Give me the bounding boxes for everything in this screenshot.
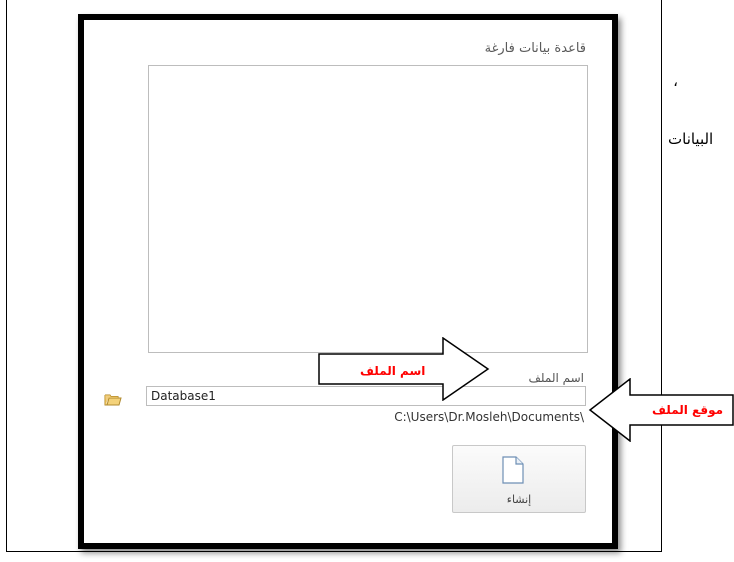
create-button-label: إنشاء (506, 493, 532, 506)
filename-callout-label: اسم الملف (360, 364, 426, 378)
new-database-panel: قاعدة بيانات فارغة اسم الملف C:\Users\Dr… (78, 14, 618, 549)
location-callout-label: موقع الملف (652, 403, 724, 417)
blank-document-icon (502, 456, 524, 484)
background-text-comma: ، (673, 72, 678, 90)
filename-label: اسم الملف (528, 371, 584, 385)
create-button[interactable]: إنشاء (452, 445, 586, 513)
panel-title: قاعدة بيانات فارغة (484, 41, 586, 56)
file-path-text: C:\Users\Dr.Mosleh\Documents\ (394, 410, 584, 424)
folder-browse-icon[interactable] (104, 392, 122, 406)
database-preview-area (148, 65, 588, 353)
background-text-data: البيانات (668, 130, 714, 148)
